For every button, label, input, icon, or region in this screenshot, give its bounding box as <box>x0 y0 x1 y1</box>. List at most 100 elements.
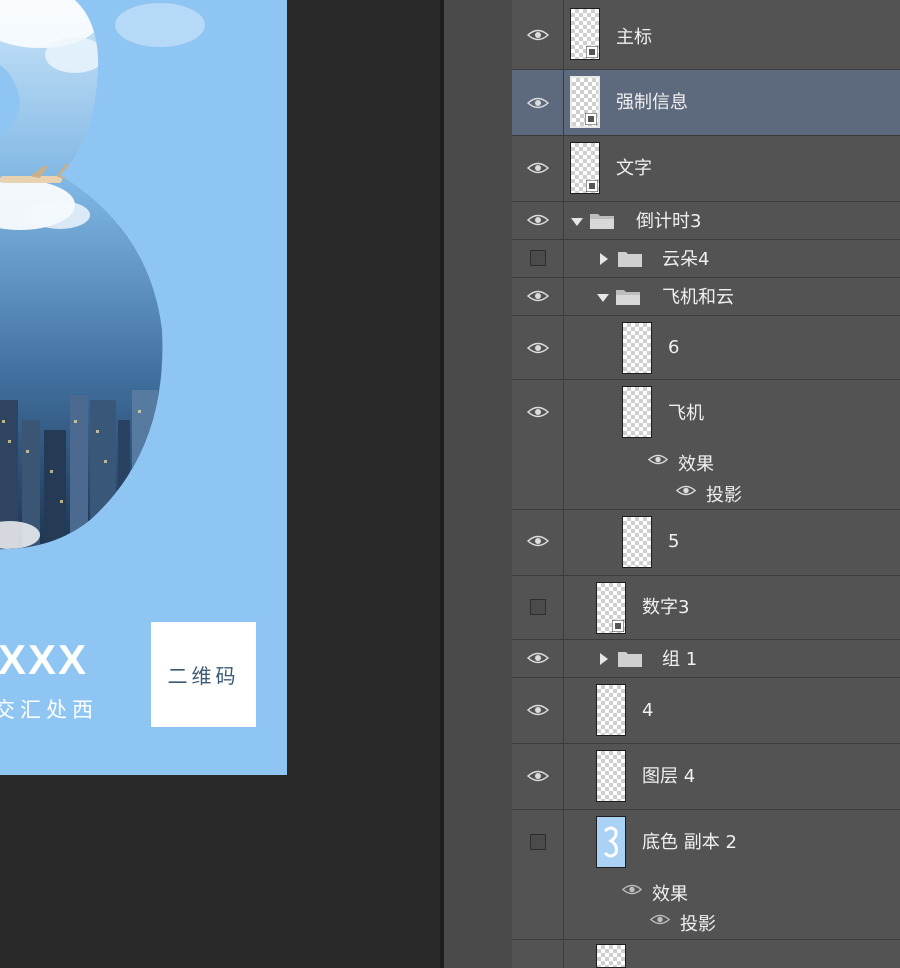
eye-icon <box>527 406 549 418</box>
effect-drop-shadow[interactable]: 投影 <box>650 910 716 936</box>
layer-name: 图层 4 <box>642 766 696 787</box>
layer-thumbnail <box>570 76 600 128</box>
smart-object-icon <box>586 46 598 58</box>
layer-name: 5 <box>668 531 680 552</box>
visibility-off-box <box>530 834 546 850</box>
layer-name: 倒计时3 <box>636 211 702 232</box>
layer-name: 文字 <box>616 158 652 179</box>
layer-name: 强制信息 <box>616 92 688 113</box>
layer-row-plane[interactable]: 飞机 效果 投影 <box>512 380 900 510</box>
visibility-toggle[interactable] <box>512 136 564 201</box>
layer-name: 飞机和云 <box>662 287 734 308</box>
visibility-toggle[interactable] <box>512 380 564 509</box>
visibility-toggle[interactable] <box>512 810 564 939</box>
document-canvas[interactable]: XXX 交汇处西 二维码 <box>0 0 440 968</box>
effects-entry[interactable]: 效果 <box>622 880 688 906</box>
layer-thumbnail <box>596 582 626 634</box>
layer-group-countdown3[interactable]: 倒计时3 <box>512 202 900 240</box>
eye-icon <box>527 290 549 302</box>
layer-name: 主标 <box>616 27 652 48</box>
layer-row-5[interactable]: 5 <box>512 510 900 576</box>
eye-icon[interactable] <box>650 914 670 925</box>
layer-group-cloud4[interactable]: 云朵4 <box>512 240 900 278</box>
visibility-toggle[interactable] <box>512 678 564 743</box>
layer-row-6[interactable]: 6 <box>512 316 900 380</box>
smart-object-icon <box>585 113 597 125</box>
effects-label: 效果 <box>678 454 714 475</box>
folder-open-icon <box>590 214 614 229</box>
expand-arrow-icon[interactable] <box>597 294 609 302</box>
layers-panel: 主标 强制信息 文字 倒计时3 云朵4 飞机和云 6 飞机 效果 投影 5 数字… <box>512 0 900 968</box>
visibility-toggle[interactable] <box>512 70 564 135</box>
visibility-toggle[interactable] <box>512 940 564 968</box>
visibility-toggle[interactable] <box>512 240 564 277</box>
effect-name: 投影 <box>706 485 742 506</box>
visibility-off-box <box>530 250 546 266</box>
layer-row-text[interactable]: 文字 <box>512 136 900 202</box>
smart-object-icon <box>586 180 598 192</box>
panel-collapsed-strip <box>444 0 513 968</box>
eye-icon <box>527 342 549 354</box>
eye-icon[interactable] <box>622 884 642 895</box>
effects-label: 效果 <box>652 884 688 905</box>
layer-thumbnail <box>596 944 626 968</box>
effect-name: 投影 <box>680 914 716 935</box>
eye-icon <box>527 214 549 226</box>
layer-group-group1[interactable]: 组 1 <box>512 640 900 678</box>
layer-row-base-color-copy2[interactable]: 底色 副本 2 效果 投影 <box>512 810 900 940</box>
visibility-toggle[interactable] <box>512 202 564 239</box>
layer-name: 6 <box>668 337 680 358</box>
folder-open-icon <box>616 290 640 305</box>
layer-name: 底色 副本 2 <box>642 832 737 853</box>
layer-row-layer4[interactable]: 图层 4 <box>512 744 900 810</box>
qr-code-label: 二维码 <box>167 664 240 688</box>
expand-arrow-icon[interactable] <box>571 218 583 226</box>
visibility-toggle[interactable] <box>512 316 564 379</box>
poster-artwork: XXX 交汇处西 二维码 <box>0 0 287 775</box>
layer-thumbnail <box>570 8 600 60</box>
poster-address: 交汇处西 <box>0 698 98 722</box>
layer-group-plane-and-clouds[interactable]: 飞机和云 <box>512 278 900 316</box>
effects-entry[interactable]: 效果 <box>648 450 714 476</box>
layer-thumbnail <box>622 516 652 568</box>
visibility-toggle[interactable] <box>512 0 564 69</box>
layer-name: 组 1 <box>662 649 698 670</box>
layer-row-partial[interactable] <box>512 940 900 968</box>
layer-thumbnail <box>596 684 626 736</box>
collapse-arrow-icon[interactable] <box>600 253 608 265</box>
visibility-toggle[interactable] <box>512 576 564 639</box>
visibility-off-box <box>530 599 546 615</box>
folder-icon <box>618 652 642 667</box>
layer-name: 4 <box>642 700 654 721</box>
layer-thumbnail <box>622 322 652 374</box>
collapse-arrow-icon[interactable] <box>600 653 608 665</box>
visibility-toggle[interactable] <box>512 510 564 575</box>
eye-icon <box>527 704 549 716</box>
layer-thumbnail <box>596 816 626 868</box>
layer-name: 云朵4 <box>662 249 710 270</box>
layer-row-4[interactable]: 4 <box>512 678 900 744</box>
visibility-toggle[interactable] <box>512 744 564 809</box>
eye-icon[interactable] <box>648 454 668 465</box>
eye-icon[interactable] <box>676 485 696 496</box>
layer-thumbnail <box>596 750 626 802</box>
number-three-thumbnail-icon <box>603 826 618 858</box>
poster-headline: XXX <box>0 636 89 683</box>
eye-icon <box>527 652 549 664</box>
layer-thumbnail <box>622 386 652 438</box>
qr-code-placeholder: 二维码 <box>151 622 256 727</box>
eye-icon <box>527 162 549 174</box>
visibility-toggle[interactable] <box>512 278 564 315</box>
layer-row-number3[interactable]: 数字3 <box>512 576 900 640</box>
eye-icon <box>527 770 549 782</box>
eye-icon <box>527 535 549 547</box>
folder-icon <box>618 252 642 267</box>
effect-drop-shadow[interactable]: 投影 <box>676 481 742 507</box>
layer-row-mandatory-info[interactable]: 强制信息 <box>512 70 900 136</box>
layer-row-main-title[interactable]: 主标 <box>512 0 900 70</box>
layer-name: 飞机 <box>668 403 704 424</box>
layer-thumbnail <box>570 142 600 194</box>
eye-icon <box>527 29 549 41</box>
visibility-toggle[interactable] <box>512 640 564 677</box>
layer-name: 数字3 <box>642 597 690 618</box>
